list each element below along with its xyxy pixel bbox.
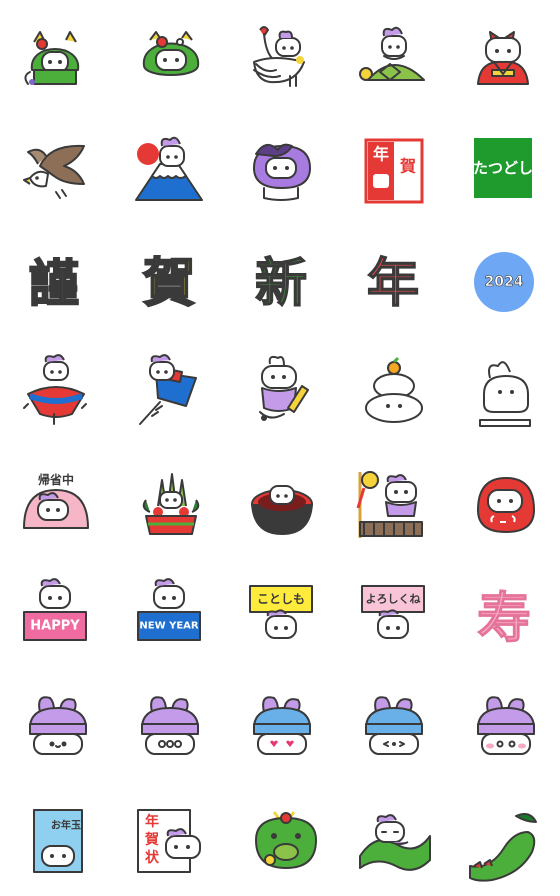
shrine-bell-bunny-icon[interactable] — [356, 470, 426, 540]
zouni-bowl-icon[interactable] — [248, 470, 318, 540]
happy-sign-text: HAPPY — [30, 619, 80, 634]
eggplant-bunny-icon[interactable] — [246, 136, 316, 206]
nenga-stamp-nen: 年 — [373, 145, 389, 164]
kisei-bunny-icon[interactable]: 帰省中 — [20, 470, 90, 540]
beanie-bunny-3-icon[interactable] — [246, 694, 316, 764]
beanie-bunny-1-icon[interactable] — [22, 694, 92, 764]
tatsudoshi-box-icon[interactable]: たつどし — [472, 136, 542, 206]
kadomatsu-bunny-icon[interactable] — [136, 470, 206, 540]
yoroshiku-sign-icon[interactable]: よろしくね — [360, 582, 430, 652]
nengajo-char-3: 状 — [145, 849, 160, 866]
otoshidama-envelope-icon[interactable]: お年玉 — [26, 806, 96, 876]
kite-bunny-icon[interactable] — [136, 354, 206, 428]
newyear-sign-icon[interactable]: NEW YEAR — [136, 578, 206, 652]
beanie-bunny-5-icon[interactable] — [470, 694, 540, 764]
nengajo-char-1: 年 — [145, 813, 159, 830]
beanie-bunny-4-icon[interactable] — [358, 694, 428, 764]
beanie-bunny-2-icon[interactable] — [134, 694, 204, 764]
nen-kanji-icon[interactable]: 年 — [358, 248, 428, 318]
yoroshiku-text: よろしくね — [366, 593, 421, 606]
kagami-mochi-icon[interactable] — [358, 356, 428, 428]
spinning-top-bunny-icon[interactable] — [20, 354, 90, 428]
shin-kanji: 新 — [255, 254, 307, 314]
dragon-hood-face-icon[interactable] — [136, 22, 206, 92]
kisei-text: 帰省中 — [38, 472, 74, 487]
white-bunny-icon[interactable] — [470, 358, 540, 428]
happy-sign-icon[interactable]: HAPPY — [22, 578, 92, 652]
dragon-tail-icon[interactable] — [469, 806, 540, 882]
nengajo-card-icon[interactable]: 年 賀 状 — [136, 806, 206, 876]
ga-kanji-icon[interactable]: 賀 — [134, 248, 204, 318]
kotobuki-kanji: 寿 — [477, 587, 531, 650]
tatsudoshi-text: たつどし — [473, 159, 533, 177]
kin-kanji-icon[interactable]: 謹 — [20, 248, 90, 318]
year-2024-icon[interactable]: 2024 — [470, 248, 540, 318]
nengajo-char-2: 賀 — [144, 831, 159, 848]
nenga-stamp-ga: 賀 — [399, 157, 416, 176]
shin-kanji-icon[interactable]: 新 — [246, 248, 316, 318]
fuji-bunny-icon[interactable] — [134, 136, 204, 206]
kotoshimo-sign-icon[interactable]: ことしも — [248, 582, 318, 652]
crane-bunny-icon[interactable] — [246, 22, 316, 92]
nenga-stamp-icon[interactable]: 年 賀 — [358, 136, 428, 206]
dragon-hood-bunny-icon[interactable] — [20, 22, 90, 92]
kimono-bunny-icon[interactable] — [468, 22, 538, 92]
year-2024-text: 2024 — [485, 274, 524, 290]
daruma-bunny-icon[interactable] — [470, 470, 540, 540]
turtle-bunny-icon[interactable] — [358, 22, 428, 92]
emoji-sheet: 年 賀 たつどし 謹 賀 新 年 2024 帰省中 HAPPY NEW YEAR… — [0, 0, 560, 896]
kotoshimo-text: ことしも — [257, 592, 305, 606]
newyear-sign-text: NEW YEAR — [139, 621, 199, 632]
ga-kanji: 賀 — [143, 254, 195, 314]
kotobuki-kanji-icon[interactable]: 寿 — [470, 582, 540, 652]
nen-kanji: 年 — [367, 254, 419, 314]
hawk-icon[interactable] — [20, 136, 90, 206]
kin-kanji: 謹 — [29, 255, 79, 313]
otoshidama-text: お年玉 — [51, 819, 81, 832]
sleeping-dragon-bunny-icon[interactable] — [359, 806, 431, 876]
calligraphy-bunny-icon[interactable] — [248, 355, 318, 428]
dragon-head-icon[interactable] — [250, 806, 320, 876]
